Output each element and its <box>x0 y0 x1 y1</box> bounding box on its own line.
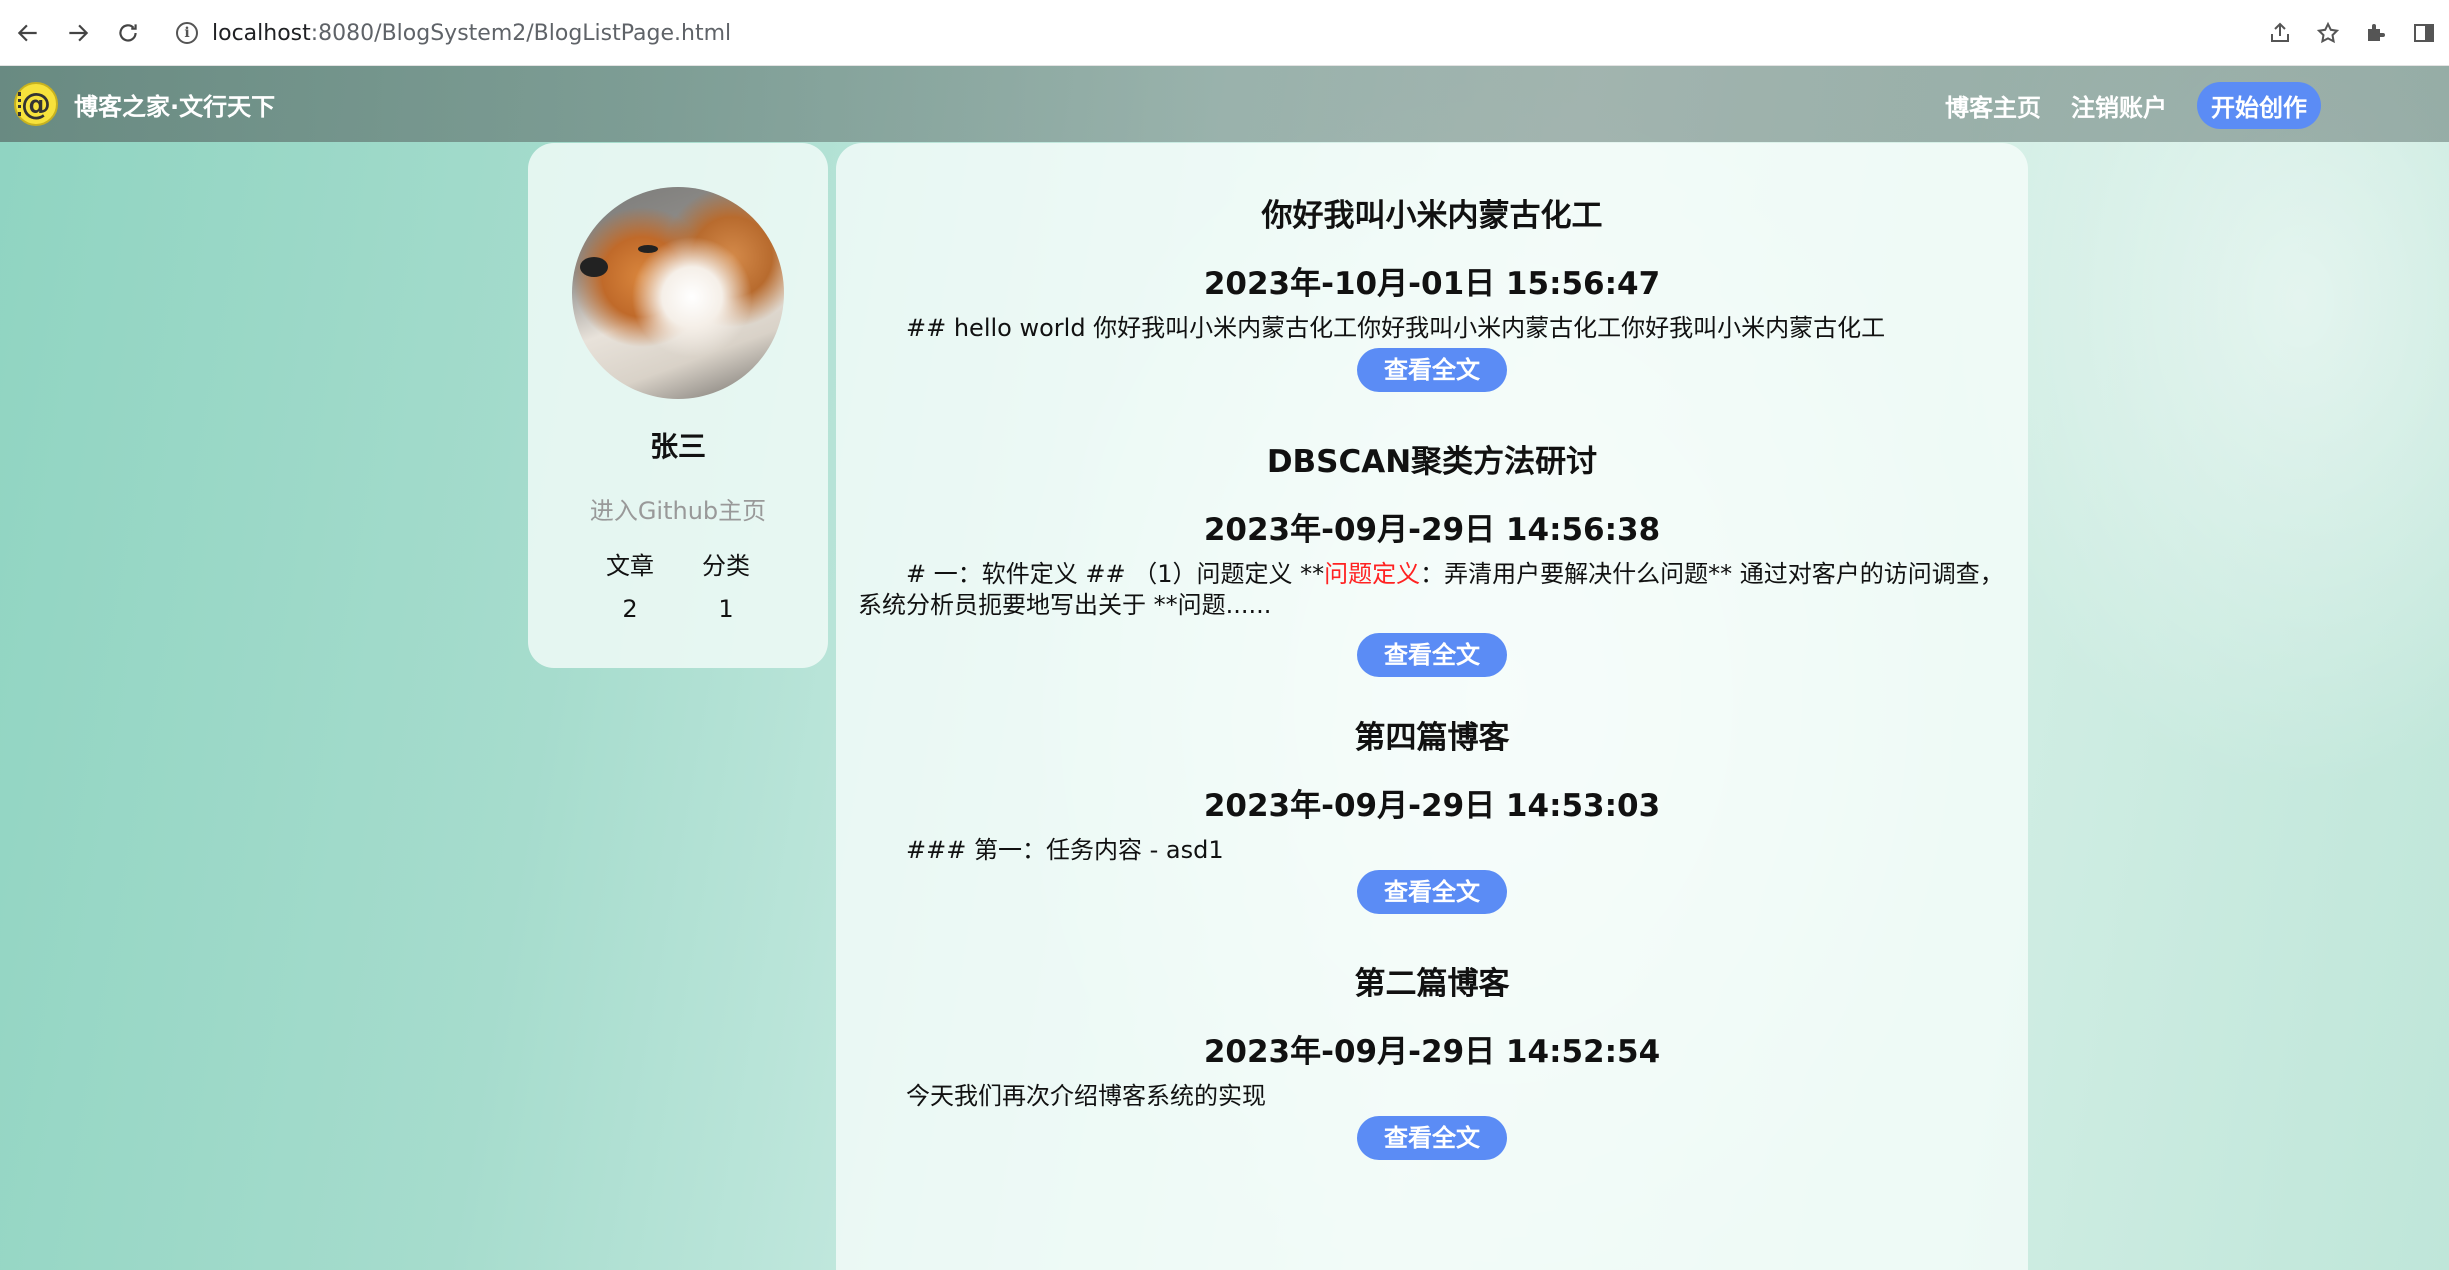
forward-button[interactable] <box>56 11 100 55</box>
avatar <box>572 187 784 399</box>
extensions-button[interactable] <box>2361 10 2391 56</box>
blog-desc-text: ## hello world 你好我叫小米内蒙古化工你好我叫小米内蒙古化工你好我… <box>906 314 1886 342</box>
stat-label-articles: 文章 <box>606 552 654 580</box>
blog-item: 第四篇博客 2023年-09月-29日 14:53:03 ### 第一：任务内容… <box>836 718 2028 914</box>
site-navbar: @ 博客之家·文行天下 博客主页 注销账户 开始创作 <box>0 66 2449 142</box>
blog-list: 你好我叫小米内蒙古化工 2023年-10月-01日 15:56:47 ## he… <box>836 143 2028 1270</box>
url-path: :8080/BlogSystem2/BlogListPage.html <box>310 20 732 46</box>
blog-date: 2023年-09月-29日 14:53:03 <box>1203 788 1661 824</box>
blog-date: 2023年-09月-29日 14:52:54 <box>1203 1034 1661 1070</box>
nav-link-home[interactable]: 博客主页 <box>1945 88 2041 123</box>
stat-value-articles: 2 <box>622 595 638 623</box>
blog-item: 第二篇博客 2023年-09月-29日 14:52:54 今天我们再次介绍博客系… <box>836 964 2028 1160</box>
logo-text: @ <box>21 86 51 122</box>
blog-desc: ## hello world 你好我叫小米内蒙古化工你好我叫小米内蒙古化工你好我… <box>836 313 2028 344</box>
site-logo: @ <box>14 82 58 126</box>
blog-desc: ### 第一：任务内容 - asd1 <box>836 835 2028 866</box>
info-icon[interactable]: i <box>176 22 198 44</box>
arrow-left-icon <box>17 24 37 41</box>
blog-title: DBSCAN聚类方法研讨 <box>1266 444 1598 480</box>
nav-links: 博客主页 注销账户 开始创作 <box>1945 82 2321 129</box>
blog-desc-text: # 一：软件定义 ## （1）问题定义 ** <box>906 560 1325 588</box>
github-link[interactable]: 进入Github主页 <box>528 491 828 526</box>
blog-desc-text: ### 第一：任务内容 - asd1 <box>906 836 1224 864</box>
blog-item: DBSCAN聚类方法研讨 2023年-09月-29日 14:56:38 # 一：… <box>836 442 2028 677</box>
blog-desc: # 一：软件定义 ## （1）问题定义 **问题定义：弄清用户要解决什么问题**… <box>836 559 2028 621</box>
read-more-button[interactable]: 查看全文 <box>1357 348 1507 392</box>
side-panel-icon <box>2414 24 2434 42</box>
browser-toolbar: i localhost:8080/BlogSystem2/BlogListPag… <box>0 0 2449 66</box>
stat-label-categories: 分类 <box>702 552 750 580</box>
read-more-button[interactable]: 查看全文 <box>1357 870 1507 914</box>
read-more-button[interactable]: 查看全文 <box>1357 1116 1507 1160</box>
nav-link-create[interactable]: 开始创作 <box>2197 82 2321 129</box>
back-button[interactable] <box>6 11 50 55</box>
blog-desc-highlight: 问题定义 <box>1324 560 1421 588</box>
blog-date: 2023年-09月-29日 14:56:38 <box>1203 512 1661 548</box>
blog-item: 你好我叫小米内蒙古化工 2023年-10月-01日 15:56:47 ## he… <box>836 196 2028 392</box>
blog-desc: 今天我们再次介绍博客系统的实现 <box>836 1081 2028 1112</box>
nav-link-logout[interactable]: 注销账户 <box>2071 88 2167 123</box>
profile-card: 张三 进入Github主页 文章 分类 2 1 <box>528 143 828 668</box>
profile-stats: 文章 分类 2 1 <box>528 546 828 623</box>
share-icon <box>2271 22 2289 42</box>
puzzle-icon <box>2368 24 2385 41</box>
username: 张三 <box>649 430 706 463</box>
blog-date: 2023年-10月-01日 15:56:47 <box>1203 266 1661 302</box>
reload-icon <box>119 23 137 42</box>
star-icon <box>2316 21 2340 44</box>
site-title: 博客之家·文行天下 <box>74 92 276 121</box>
reload-button[interactable] <box>106 11 150 55</box>
side-panel-button[interactable] <box>2409 10 2439 56</box>
browser-actions <box>2265 10 2439 56</box>
url-text: localhost:8080/BlogSystem2/BlogListPage.… <box>212 21 731 46</box>
avatar-eye <box>638 245 658 253</box>
arrow-right-icon <box>69 24 89 41</box>
blog-desc-text: 今天我们再次介绍博客系统的实现 <box>906 1082 1266 1110</box>
blog-title: 第四篇博客 <box>1354 720 1510 756</box>
url-host: localhost <box>212 20 311 46</box>
blog-title: 第二篇博客 <box>1354 966 1510 1002</box>
stat-value-categories: 1 <box>718 595 734 623</box>
bookmark-button[interactable] <box>2313 10 2343 56</box>
address-bar[interactable]: i localhost:8080/BlogSystem2/BlogListPag… <box>160 8 2240 58</box>
share-button[interactable] <box>2265 10 2295 56</box>
read-more-button[interactable]: 查看全文 <box>1357 633 1507 677</box>
avatar-nose <box>580 257 608 277</box>
blog-title: 你好我叫小米内蒙古化工 <box>1261 198 1603 234</box>
